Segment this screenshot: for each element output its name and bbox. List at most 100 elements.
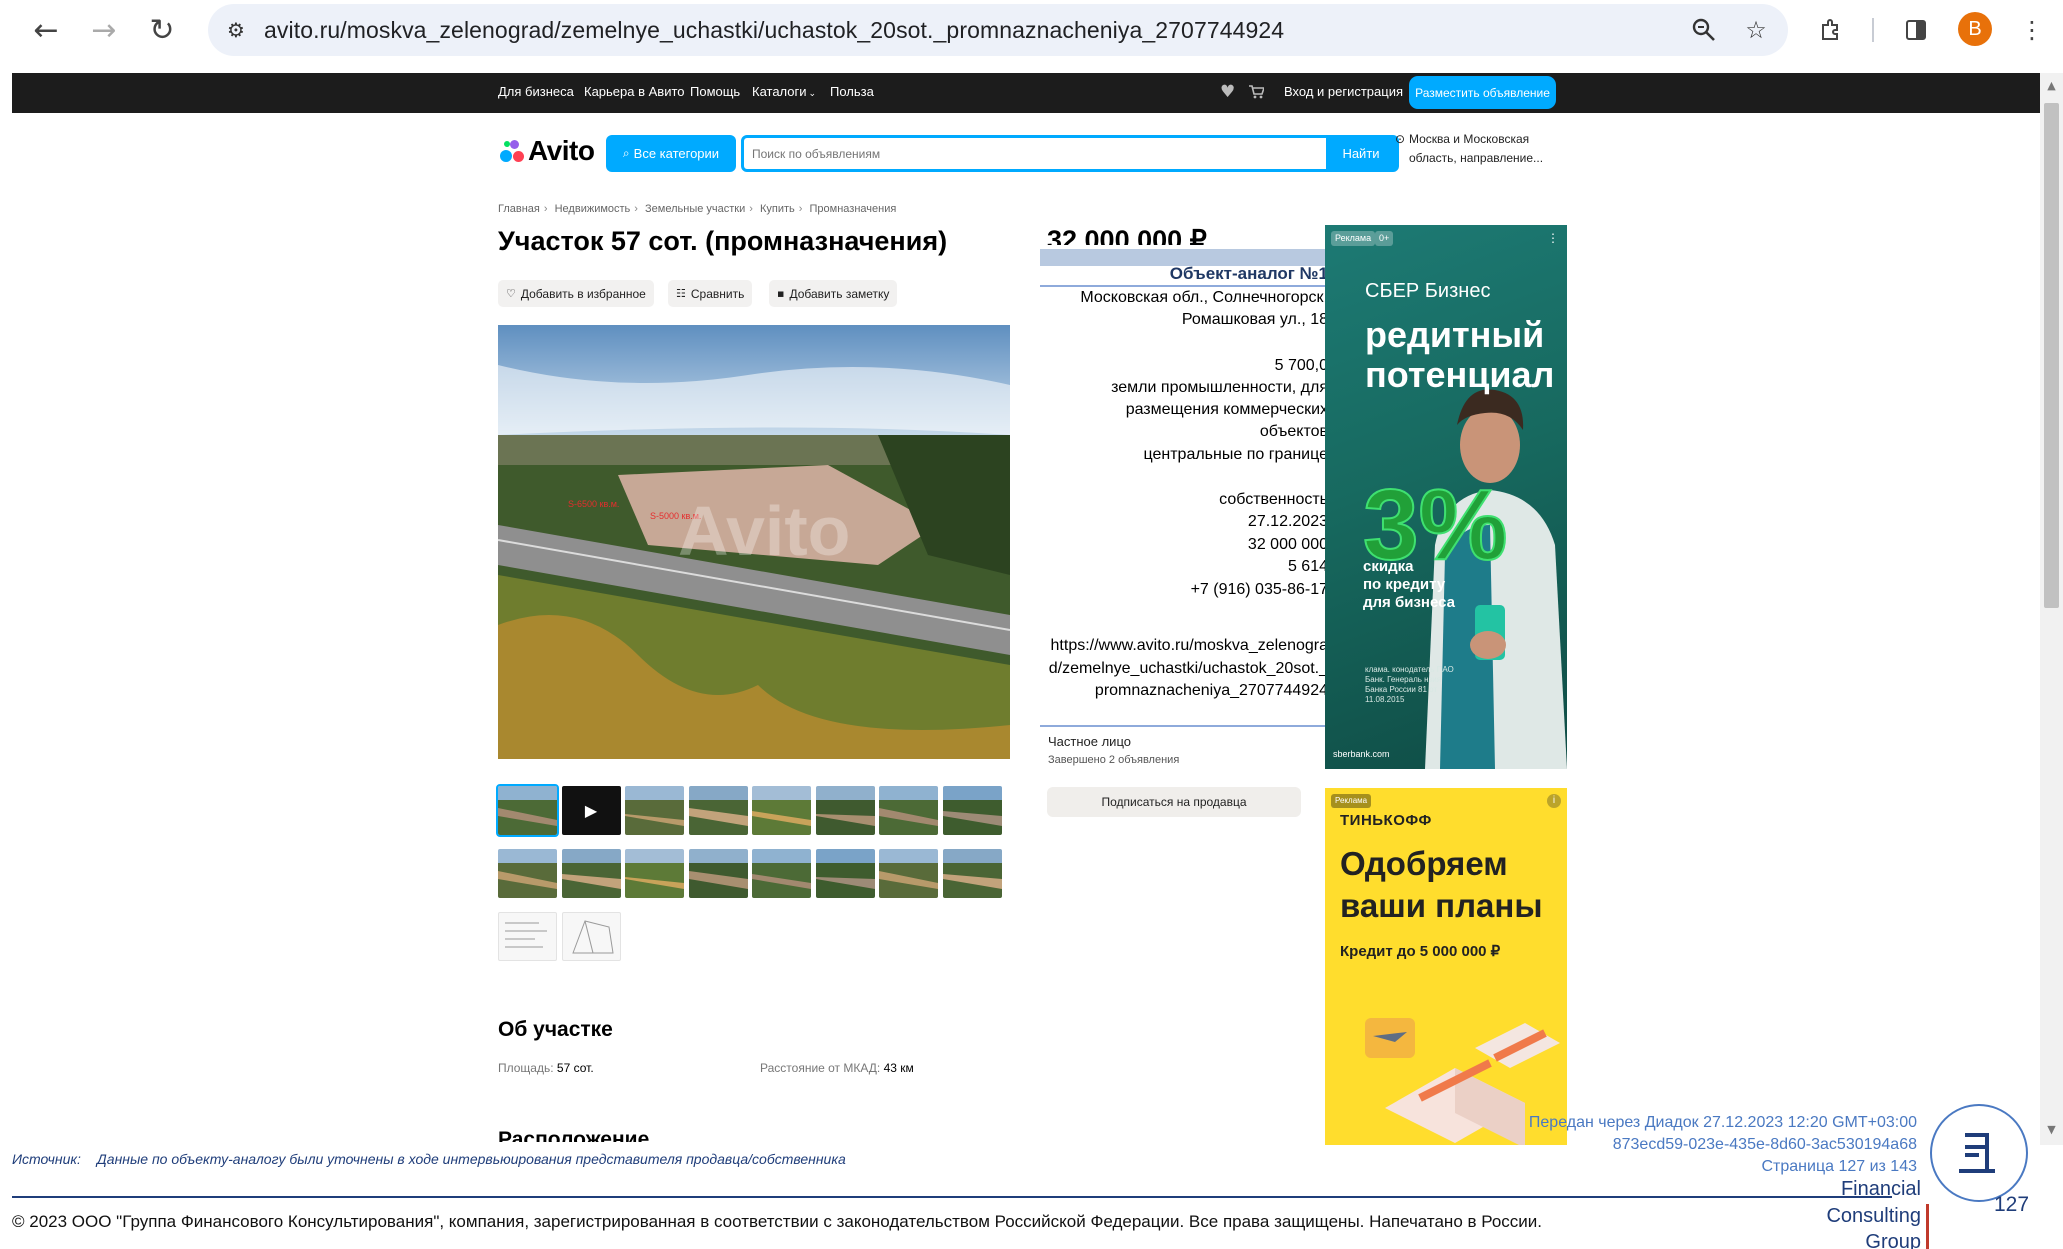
photo-thumbnail[interactable] [752,849,811,898]
topbar-link-help[interactable]: Помощь [690,84,740,99]
area-label: Площадь: [498,1061,554,1075]
card-url: https://www.avito.ru/moskva_zelenograd/z… [1048,637,1328,699]
topbar-link-business[interactable]: Для бизнеса [498,84,574,99]
analog-object-card: Объект-аналог №1 Московская обл., Солнеч… [1040,249,1365,729]
scrollbar-thumb[interactable] [2044,103,2059,608]
all-categories-label: Все категории [633,146,720,161]
add-note-button[interactable]: ▪ Добавить заметку [769,280,898,307]
breadcrumb-item[interactable]: Земельные участки [645,203,745,215]
side-panel-icon[interactable] [1896,10,1936,50]
company-name-line-2: Consulting [1826,1205,1921,1227]
photo-thumbnail[interactable] [625,849,684,898]
location-section-title: Расположение [498,1128,650,1142]
photo-label-plot-1: S-6500 кв.м. [568,499,619,509]
extensions-icon[interactable] [1812,10,1852,50]
profile-avatar[interactable]: B [1958,12,1992,46]
main-listing-photo[interactable]: S-6500 кв.м. S-5000 кв.м. Avito [498,325,1010,759]
cart-icon[interactable] [1248,82,1266,105]
photo-thumbnail[interactable] [942,849,1002,898]
add-to-favorites-button[interactable]: ♡ Добавить в избранное [498,280,654,307]
topbar-link-catalogs[interactable]: Каталоги ⌄ [752,84,816,99]
source-text: Данные по объекту-аналогу были уточнены … [96,1151,846,1167]
photo-thumbnail[interactable] [561,849,621,898]
photo-thumbnail[interactable] [561,912,621,961]
site-settings-icon[interactable]: ⚙ [222,16,250,44]
post-ad-button[interactable]: Разместить объявление [1409,76,1556,109]
bookmark-star-icon[interactable]: ☆ [1740,14,1772,46]
sber-ad-banner[interactable]: Реклама 0+ ⋮ СБЕР Бизнес редитный потенц… [1325,225,1567,769]
seller-name[interactable]: Частное лицо [1048,734,1131,749]
back-icon[interactable]: ← [26,10,66,50]
url-text[interactable]: avito.ru/moskva_zelenograd/zemelnye_ucha… [264,17,1284,44]
card-price-per-unit: 5 614 [1287,558,1328,575]
search-button[interactable]: Найти [1326,138,1396,169]
photo-thumbnail[interactable] [942,786,1002,835]
info-icon[interactable]: i [1547,794,1561,808]
photo-thumbnail[interactable]: ▶ [561,786,621,835]
photo-thumbnail[interactable] [688,786,748,835]
compare-label: Сравнить [690,286,745,301]
toolbar-separator [1872,18,1874,42]
login-link[interactable]: Вход и регистрация [1284,84,1403,99]
avito-logo-mark [498,138,524,164]
mkad-param: Расстояние от МКАД: 43 км [760,1061,914,1075]
location-pin-icon: ⊙ [1395,132,1406,146]
photo-thumbnail[interactable] [879,786,938,835]
breadcrumb-item[interactable]: Главная [498,203,540,215]
tinkoff-ad-banner[interactable]: Реклама i ТИНЬКОФФ Одобряем ваши планы К… [1325,788,1567,1145]
sber-headline-line-1: редитный [1365,314,1545,355]
location-line-2: область, направление... [1409,151,1544,165]
scroll-up-icon[interactable]: ▲ [2044,79,2059,94]
search-icon: ⌕ [622,146,630,160]
topbar-link-career[interactable]: Карьера в Авито [584,84,685,99]
zoom-icon[interactable] [1688,14,1720,46]
edo-stamp-line-2: 873ecd59-023e-435e-8d60-3ac530194a68 [1612,1136,1917,1153]
card-price: 32 000 000 [1247,536,1328,553]
company-name-line-1: Financial [1840,1178,1921,1200]
page-scrollbar[interactable]: ▲ ▼ [2040,73,2063,1145]
breadcrumb-item[interactable]: Недвижимость [555,203,631,215]
forward-icon[interactable]: → [84,10,124,50]
tinkoff-brand: ТИНЬКОФФ [1340,812,1432,829]
chevron-down-icon: ⌄ [808,89,817,99]
card-category-1: земли промышленности, для [1111,379,1328,396]
location-selector[interactable]: ⊙ Москва и Московская область, направлен… [1395,130,1559,168]
breadcrumb-item[interactable]: Купить [760,203,795,215]
photo-thumbnail[interactable] [498,912,557,961]
photo-thumbnail[interactable] [815,849,875,898]
sber-brand: СБЕР Бизнес [1365,280,1491,302]
photo-thumbnail[interactable] [752,786,811,835]
search-input[interactable] [744,138,1312,169]
subscribe-seller-button[interactable]: Подписаться на продавца [1047,787,1301,817]
heart-outline-icon: ♡ [506,287,516,300]
heart-icon[interactable]: ♥ [1220,82,1235,102]
page-viewport: Для бизнеса Карьера в Авито Помощь Катал… [12,73,2040,1145]
photo-watermark: Avito [678,492,850,570]
search-bar: Найти [741,135,1399,172]
avito-logo[interactable]: Avito [498,133,595,169]
all-categories-button[interactable]: ⌕ Все категории [606,135,736,172]
card-divider-bottom [1040,725,1328,727]
scroll-down-icon[interactable]: ▼ [2044,1123,2059,1138]
topbar-link-benefit[interactable]: Польза [830,84,874,99]
card-address-1: Московская обл., Солнечногорск, [1080,289,1328,306]
sber-note-line-1: скидка [1363,558,1414,575]
photo-thumbnail[interactable] [498,849,557,898]
menu-kebab-icon[interactable]: ⋮ [2012,10,2052,50]
breadcrumb-item[interactable]: Промназначения [810,203,897,215]
photo-thumbnail[interactable] [815,786,875,835]
photo-thumbnail[interactable] [496,784,559,837]
card-date: 27.12.2023 [1247,513,1328,530]
photo-thumbnail[interactable] [688,849,748,898]
address-bar[interactable]: ⚙ avito.ru/moskva_zelenograd/zemelnye_uc… [208,4,1788,56]
compare-button[interactable]: ☷ Сравнить [668,280,753,307]
tinkoff-subline: Кредит до 5 000 000 ₽ [1340,943,1501,960]
sber-site[interactable]: sberbank.com [1333,749,1390,759]
browser-toolbar: ← → ↻ ⚙ avito.ru/moskva_zelenograd/zemel… [0,0,2063,60]
photo-thumbnail[interactable] [625,786,684,835]
copyright-text: © 2023 ООО "Группа Финансового Консульти… [12,1212,1543,1231]
reload-icon[interactable]: ↻ [142,10,182,50]
card-category-3: объектов [1259,423,1328,440]
photo-thumbnail[interactable] [879,849,938,898]
fcg-logo [1930,1104,2028,1202]
